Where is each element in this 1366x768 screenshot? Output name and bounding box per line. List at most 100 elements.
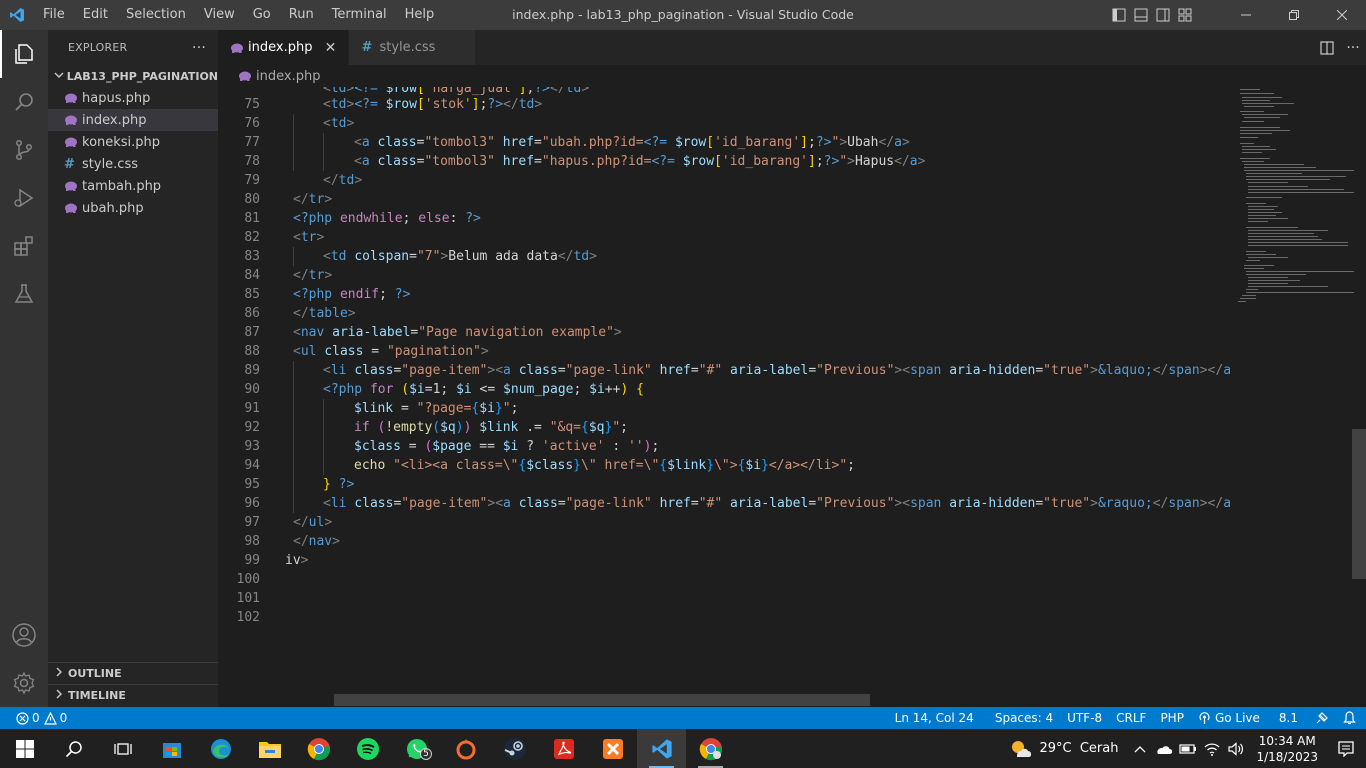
timeline-section[interactable]: TIMELINE — [48, 684, 218, 706]
toggle-secondary-sidebar-icon[interactable] — [1152, 0, 1174, 30]
origin-icon[interactable] — [441, 729, 490, 768]
spotify-icon[interactable] — [343, 729, 392, 768]
toggle-sidebar-icon[interactable] — [1108, 0, 1130, 30]
code-line: 78 <a class="tombol3" href="hapus.php?id=… — [244, 154, 926, 169]
xampp-icon[interactable] — [588, 729, 637, 768]
scrollbar-thumb[interactable] — [1352, 429, 1366, 579]
minimap[interactable] — [1230, 87, 1358, 697]
more-tab-actions-icon[interactable]: ··· — [1340, 30, 1366, 65]
notifications-bell-icon[interactable] — [1336, 707, 1366, 729]
show-hidden-icons-chevron[interactable] — [1128, 729, 1152, 768]
status-bar: 0 0 Ln 14, Col 24 Spaces: 4 UTF-8 CRLF P… — [0, 707, 1366, 729]
customize-layout-icon[interactable] — [1174, 0, 1196, 30]
weather-widget[interactable]: 29°C Cerah — [999, 739, 1128, 759]
edge-browser-icon[interactable] — [196, 729, 245, 768]
file-item-ubah[interactable]: ubah.php — [48, 197, 218, 219]
go-live-button[interactable]: Go Live — [1191, 707, 1267, 729]
windows-taskbar: 5 29°C Cerah 10:34 AM 1/18/2023 — [0, 729, 1366, 768]
search-icon[interactable] — [0, 78, 48, 126]
tab-index-php[interactable]: index.php ✕ — [218, 30, 350, 65]
warning-icon — [43, 711, 57, 725]
feedback-icon[interactable] — [1305, 707, 1336, 729]
close-tab-icon[interactable]: ✕ — [322, 40, 338, 56]
source-control-icon[interactable] — [0, 126, 48, 174]
code-line: 94 echo "<li><a class=\"{$class}\" href=\… — [244, 458, 855, 473]
language-mode[interactable]: PHP — [1153, 707, 1191, 729]
microsoft-store-icon[interactable] — [147, 729, 196, 768]
chrome-profile-icon[interactable] — [686, 729, 735, 768]
clock-time: 10:34 AM — [1258, 733, 1316, 748]
steam-icon[interactable] — [490, 729, 539, 768]
explorer-icon[interactable] — [0, 30, 48, 78]
windows-start-icon[interactable] — [0, 729, 49, 768]
close-window-button[interactable] — [1318, 0, 1366, 30]
taskbar-search-icon[interactable] — [49, 729, 98, 768]
menu-view[interactable]: View — [195, 0, 244, 30]
code-line: 76 <td> — [244, 116, 355, 131]
folder-lab13[interactable]: LAB13_PHP_PAGINATION — [48, 65, 218, 87]
file-item-koneksi[interactable]: koneksi.php — [48, 131, 218, 153]
code-line: 75 <td><?= $row['stok'];?></td> — [244, 97, 543, 112]
file-explorer-icon[interactable] — [245, 729, 294, 768]
file-item-tambah[interactable]: tambah.php — [48, 175, 218, 197]
php-elephant-icon — [230, 43, 248, 53]
menu-help[interactable]: Help — [396, 0, 444, 30]
indentation[interactable]: Spaces: 4 — [988, 707, 1060, 729]
action-center-icon[interactable] — [1326, 729, 1366, 768]
vscode-taskbar-icon[interactable] — [637, 729, 686, 768]
settings-gear-icon[interactable] — [0, 659, 48, 707]
file-label: hapus.php — [82, 90, 151, 106]
problems-status[interactable]: 0 0 — [0, 707, 74, 729]
run-debug-icon[interactable] — [0, 174, 48, 222]
tab-style-css[interactable]: # style.css — [349, 30, 477, 65]
cursor-position[interactable]: Ln 14, Col 24 — [888, 707, 988, 729]
toggle-panel-icon[interactable] — [1130, 0, 1152, 30]
horizontal-scrollbar[interactable] — [334, 694, 870, 706]
accounts-icon[interactable] — [0, 611, 48, 659]
menu-run[interactable]: Run — [280, 0, 323, 30]
tab-label: style.css — [379, 40, 436, 55]
task-view-icon[interactable] — [98, 729, 147, 768]
explorer-sidebar: EXPLORER ··· LAB13_PHP_PAGINATION hapus.… — [48, 30, 218, 707]
code-line: 82 <tr> — [244, 230, 325, 245]
menu-file[interactable]: File — [34, 0, 74, 30]
battery-icon[interactable] — [1176, 729, 1200, 768]
extensions-icon[interactable] — [0, 222, 48, 270]
code-editor[interactable]: <td><?= $row['harga_jual'];?></td> 75 <td… — [218, 87, 1230, 697]
php-version[interactable]: 8.1 — [1267, 707, 1305, 729]
acrobat-reader-icon[interactable] — [539, 729, 588, 768]
whatsapp-icon[interactable]: 5 — [392, 729, 441, 768]
system-clock[interactable]: 10:34 AM 1/18/2023 — [1248, 733, 1326, 765]
file-item-style[interactable]: # style.css — [48, 153, 218, 175]
breadcrumb[interactable]: index.php — [218, 65, 1366, 87]
encoding[interactable]: UTF-8 — [1060, 707, 1109, 729]
testing-icon[interactable] — [0, 270, 48, 318]
end-of-line[interactable]: CRLF — [1109, 707, 1153, 729]
file-item-index[interactable]: index.php — [48, 109, 218, 131]
restore-button[interactable] — [1270, 0, 1318, 30]
vertical-scrollbar[interactable] — [1352, 87, 1366, 707]
outline-section[interactable]: OUTLINE — [48, 662, 218, 684]
menu-selection[interactable]: Selection — [117, 0, 195, 30]
minimize-button[interactable] — [1222, 0, 1270, 30]
partly-cloudy-icon — [1012, 740, 1032, 757]
code-line: 97 </ul> — [244, 515, 333, 530]
warning-count: 0 — [59, 711, 68, 725]
breadcrumb-file: index.php — [256, 68, 321, 84]
chrome-icon[interactable] — [294, 729, 343, 768]
menu-edit[interactable]: Edit — [74, 0, 117, 30]
onedrive-cloud-icon[interactable] — [1152, 729, 1176, 768]
wifi-icon[interactable] — [1200, 729, 1224, 768]
file-label: index.php — [82, 112, 147, 128]
tab-bar: index.php ✕ # style.css ··· — [218, 30, 1366, 65]
split-editor-icon[interactable] — [1314, 30, 1340, 65]
menu-terminal[interactable]: Terminal — [323, 0, 396, 30]
volume-icon[interactable] — [1224, 729, 1248, 768]
menu-go[interactable]: Go — [244, 0, 280, 30]
broadcast-icon — [1199, 711, 1210, 724]
tab-label: index.php — [248, 40, 313, 55]
file-item-hapus[interactable]: hapus.php — [48, 87, 218, 109]
code-line: 90 <?php for ($i=1; $i <= $num_page; $i++… — [244, 382, 644, 397]
code-line: 101 — [236, 591, 260, 606]
more-actions-icon[interactable]: ··· — [192, 40, 206, 56]
